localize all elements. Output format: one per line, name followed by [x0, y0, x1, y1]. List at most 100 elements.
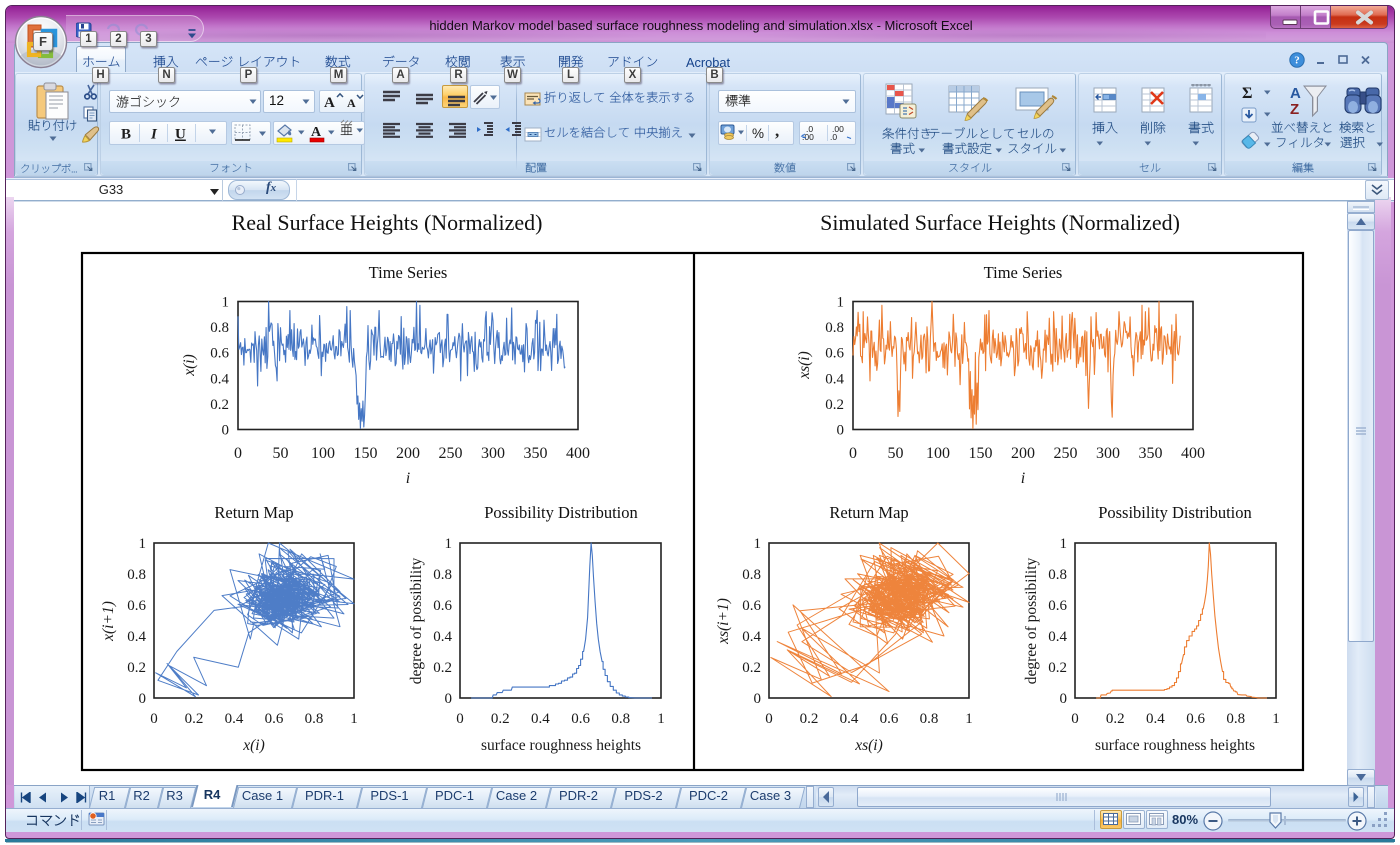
- svg-text:0: 0: [1060, 691, 1068, 707]
- svg-text:0.4: 0.4: [1048, 629, 1067, 645]
- svg-text:0.4: 0.4: [1146, 711, 1165, 727]
- svg-text:i: i: [1021, 470, 1025, 487]
- svg-text:0.4: 0.4: [127, 629, 146, 645]
- svg-text:0.2: 0.2: [210, 397, 229, 413]
- svg-text:0.6: 0.6: [433, 598, 452, 614]
- svg-text:,: ,: [775, 121, 779, 140]
- svg-text:x(i): x(i): [181, 354, 198, 377]
- svg-text:0.2: 0.2: [433, 660, 452, 676]
- svg-text:1: 1: [837, 295, 845, 311]
- svg-text:0.2: 0.2: [1048, 660, 1067, 676]
- svg-text:0.6: 0.6: [1048, 598, 1067, 614]
- svg-text:0.2: 0.2: [742, 660, 761, 676]
- svg-text:0.8: 0.8: [825, 320, 844, 336]
- svg-text:0: 0: [222, 423, 230, 439]
- svg-text:1: 1: [1060, 536, 1068, 552]
- svg-text:A: A: [347, 96, 356, 110]
- svg-text:0.8: 0.8: [742, 567, 761, 583]
- svg-text:0.8: 0.8: [433, 567, 452, 583]
- svg-text:B: B: [121, 127, 131, 143]
- svg-text:Return Map: Return Map: [829, 503, 908, 522]
- svg-text:Simulated Surface Heights (Nor: Simulated Surface Heights (Normalized): [820, 210, 1180, 235]
- svg-text:0.2: 0.2: [800, 711, 819, 727]
- svg-text:1: 1: [657, 711, 665, 727]
- svg-text:200: 200: [396, 445, 420, 462]
- svg-text:0: 0: [456, 711, 464, 727]
- svg-text:0.6: 0.6: [1186, 711, 1205, 727]
- svg-text:0.8: 0.8: [920, 711, 939, 727]
- svg-text:.0: .0: [830, 132, 837, 142]
- svg-text:0.4: 0.4: [531, 711, 550, 727]
- svg-text:0.2: 0.2: [1106, 711, 1125, 727]
- svg-text:Z: Z: [1290, 101, 1299, 118]
- svg-text:0: 0: [150, 711, 158, 727]
- svg-text:degree of possibility: degree of possibility: [1023, 557, 1040, 684]
- svg-text:0.2: 0.2: [185, 711, 204, 727]
- svg-text:250: 250: [1054, 445, 1078, 462]
- svg-text:0.8: 0.8: [305, 711, 324, 727]
- svg-text:Real Surface Heights (Normaliz: Real Surface Heights (Normalized): [232, 210, 543, 235]
- svg-text:x(i): x(i): [242, 737, 265, 754]
- svg-text:0.4: 0.4: [742, 629, 761, 645]
- svg-text:300: 300: [1096, 445, 1120, 462]
- svg-text:0.4: 0.4: [840, 711, 859, 727]
- svg-text:0.8: 0.8: [127, 567, 146, 583]
- svg-text:1: 1: [350, 711, 358, 727]
- svg-text:0.6: 0.6: [880, 711, 899, 727]
- svg-text:150: 150: [354, 445, 378, 462]
- svg-text:0.4: 0.4: [825, 371, 844, 387]
- svg-text:degree of possibility: degree of possibility: [408, 557, 425, 684]
- svg-text:?: ?: [1294, 55, 1300, 67]
- svg-text:0.8: 0.8: [1226, 711, 1245, 727]
- svg-text:0: 0: [445, 691, 453, 707]
- svg-text:100: 100: [311, 445, 335, 462]
- svg-text:1: 1: [222, 295, 230, 311]
- svg-text:x(i+1): x(i+1): [100, 601, 117, 642]
- svg-text:0.2: 0.2: [127, 660, 146, 676]
- svg-text:250: 250: [439, 445, 463, 462]
- svg-text:0: 0: [234, 445, 242, 462]
- svg-text:xs(i): xs(i): [854, 737, 883, 754]
- svg-text:%: %: [752, 126, 764, 141]
- svg-text:Possibility Distribution: Possibility Distribution: [1098, 503, 1252, 522]
- svg-text:0.8: 0.8: [1048, 567, 1067, 583]
- svg-text:50: 50: [273, 445, 289, 462]
- svg-text:200: 200: [1011, 445, 1035, 462]
- svg-text:50: 50: [888, 445, 904, 462]
- svg-text:300: 300: [481, 445, 505, 462]
- svg-text:0.6: 0.6: [127, 598, 146, 614]
- svg-text:0.8: 0.8: [210, 320, 229, 336]
- svg-text:0: 0: [837, 423, 845, 439]
- svg-text:surface roughness heights: surface roughness heights: [481, 737, 641, 754]
- svg-text:Time Series: Time Series: [369, 263, 448, 282]
- svg-text:surface roughness heights: surface roughness heights: [1095, 737, 1255, 754]
- svg-text:0.6: 0.6: [265, 711, 284, 727]
- svg-text:0.2: 0.2: [491, 711, 510, 727]
- svg-text:1: 1: [1272, 711, 1280, 727]
- svg-text:Σ: Σ: [1242, 85, 1252, 102]
- svg-text:xs(i+1): xs(i+1): [715, 598, 732, 645]
- svg-text:Possibility Distribution: Possibility Distribution: [484, 503, 638, 522]
- svg-text:1: 1: [445, 536, 453, 552]
- svg-text:1: 1: [754, 536, 762, 552]
- svg-text:350: 350: [1139, 445, 1163, 462]
- svg-text:150: 150: [969, 445, 993, 462]
- svg-text:U: U: [175, 127, 186, 143]
- svg-text:xs(i): xs(i): [796, 351, 813, 380]
- svg-text:0.4: 0.4: [433, 629, 452, 645]
- svg-text:400: 400: [566, 445, 590, 462]
- svg-text:1: 1: [139, 536, 147, 552]
- svg-text:1: 1: [965, 711, 973, 727]
- svg-text:0: 0: [765, 711, 773, 727]
- svg-text:350: 350: [524, 445, 548, 462]
- svg-text:0.6: 0.6: [825, 346, 844, 362]
- svg-text:A: A: [1290, 85, 1301, 102]
- svg-text:0.4: 0.4: [225, 711, 244, 727]
- svg-text:0.6: 0.6: [571, 711, 590, 727]
- svg-text:I: I: [150, 127, 158, 143]
- svg-text:0: 0: [849, 445, 857, 462]
- svg-text:0.6: 0.6: [210, 346, 229, 362]
- svg-text:Time Series: Time Series: [984, 263, 1063, 282]
- svg-text:0.4: 0.4: [210, 371, 229, 387]
- svg-text:i: i: [406, 470, 410, 487]
